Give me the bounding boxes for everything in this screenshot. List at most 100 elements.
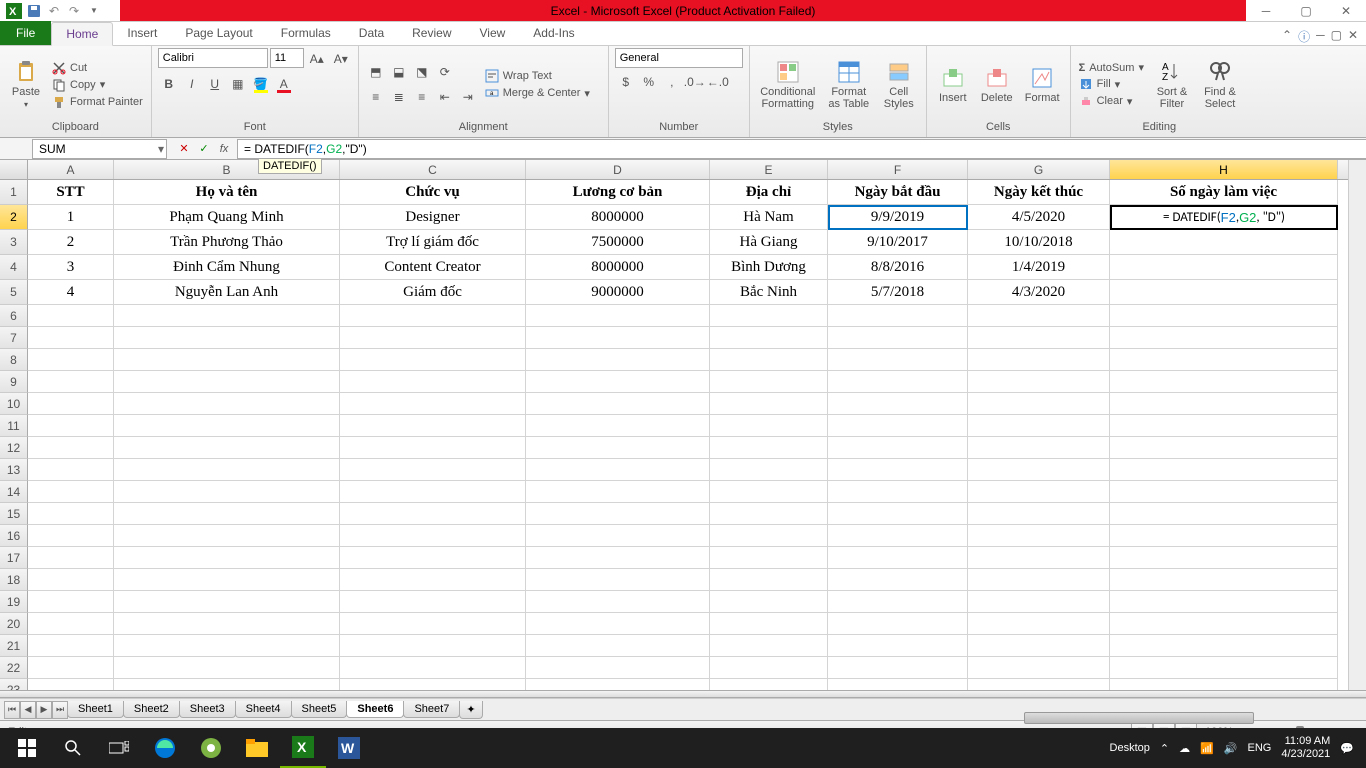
border-button[interactable]: ▦ [227,73,249,95]
row-header-15[interactable]: 15 [0,503,28,525]
cell-B2[interactable]: Phạm Quang Minh [114,205,340,230]
col-header-E[interactable]: E [710,160,828,179]
qat-dropdown-icon[interactable]: ▼ [86,3,102,19]
window-restore-icon[interactable]: ▢ [1331,28,1342,45]
row-header-9[interactable]: 9 [0,371,28,393]
cell-D9[interactable] [526,371,710,393]
cell-G14[interactable] [968,481,1110,503]
cell-E22[interactable] [710,657,828,679]
increase-decimal-icon[interactable]: .0→ [684,71,706,93]
sheet-nav-last[interactable]: ⏭ [52,701,68,719]
help-icon[interactable]: ⓘ [1298,28,1310,45]
row-header-16[interactable]: 16 [0,525,28,547]
cell-E12[interactable] [710,437,828,459]
cell-B21[interactable] [114,635,340,657]
cut-button[interactable]: Cut [50,60,145,76]
align-center-icon[interactable]: ≣ [388,86,410,108]
row-header-11[interactable]: 11 [0,415,28,437]
formulas-tab[interactable]: Formulas [267,21,345,45]
sort-filter-button[interactable]: AZSort & Filter [1150,58,1194,112]
cell-E2[interactable]: Hà Nam [710,205,828,230]
wrap-text-button[interactable]: Wrap Text [483,68,592,84]
row-header-23[interactable]: 23 [0,679,28,690]
name-box-dropdown-icon[interactable]: ▾ [158,142,164,156]
cell-F4[interactable]: 8/8/2016 [828,255,968,280]
cell-F12[interactable] [828,437,968,459]
row-header-1[interactable]: 1 [0,180,28,205]
file-explorer-icon[interactable] [234,728,280,768]
cell-G9[interactable] [968,371,1110,393]
cell-G8[interactable] [968,349,1110,371]
font-size-select[interactable] [270,48,304,68]
sheet-tab-sheet1[interactable]: Sheet1 [67,701,124,718]
cell-A3[interactable]: 2 [28,230,114,255]
cell-C4[interactable]: Content Creator [340,255,526,280]
cell-E13[interactable] [710,459,828,481]
cell-G13[interactable] [968,459,1110,481]
name-box[interactable]: SUM ▾ [32,139,167,159]
row-header-19[interactable]: 19 [0,591,28,613]
cell-F22[interactable] [828,657,968,679]
cell-D3[interactable]: 7500000 [526,230,710,255]
fill-button[interactable]: Fill ▾ [1077,76,1146,92]
orientation-icon[interactable]: ⟳ [434,61,456,83]
autosum-button[interactable]: Σ AutoSum ▾ [1077,60,1146,75]
new-sheet-button[interactable]: ✦ [459,701,482,719]
cell-E5[interactable]: Bắc Ninh [710,280,828,305]
horizontal-splitter[interactable] [0,690,1366,698]
increase-font-icon[interactable]: A▴ [306,48,328,70]
sheet-tab-sheet2[interactable]: Sheet2 [123,701,180,718]
cell-B23[interactable] [114,679,340,690]
cell-H23[interactable] [1110,679,1338,690]
cell-H14[interactable] [1110,481,1338,503]
cell-A16[interactable] [28,525,114,547]
percent-icon[interactable]: % [638,71,660,93]
cell-B6[interactable] [114,305,340,327]
cell-C1[interactable]: Chức vụ [340,180,526,205]
desktop-label[interactable]: Desktop [1110,742,1150,754]
cell-E14[interactable] [710,481,828,503]
decrease-decimal-icon[interactable]: ←.0 [707,71,729,93]
cell-G15[interactable] [968,503,1110,525]
row-header-14[interactable]: 14 [0,481,28,503]
sheet-nav-first[interactable]: ⏮ [4,701,20,719]
cell-C8[interactable] [340,349,526,371]
cell-G2[interactable]: 4/5/2020 [968,205,1110,230]
insert-cells-button[interactable]: Insert [933,64,973,106]
cell-F17[interactable] [828,547,968,569]
sheet-tab-sheet7[interactable]: Sheet7 [403,701,460,718]
cell-F11[interactable] [828,415,968,437]
tray-clock[interactable]: 11:09 AM 4/23/2021 [1281,735,1330,761]
cell-A9[interactable] [28,371,114,393]
cell-C2[interactable]: Designer [340,205,526,230]
cell-E7[interactable] [710,327,828,349]
cell-B11[interactable] [114,415,340,437]
cell-F9[interactable] [828,371,968,393]
minimize-ribbon-icon[interactable]: ⌃ [1282,28,1292,45]
cell-E1[interactable]: Địa chỉ [710,180,828,205]
cell-C12[interactable] [340,437,526,459]
cell-A15[interactable] [28,503,114,525]
window-min-icon[interactable]: ─ [1316,28,1325,45]
cell-F8[interactable] [828,349,968,371]
italic-button[interactable]: I [181,73,203,95]
col-header-G[interactable]: G [968,160,1110,179]
bold-button[interactable]: B [158,73,180,95]
number-format-select[interactable] [615,48,743,68]
cell-G11[interactable] [968,415,1110,437]
cell-H11[interactable] [1110,415,1338,437]
cell-G3[interactable]: 10/10/2018 [968,230,1110,255]
insert-tab[interactable]: Insert [113,21,171,45]
cell-F23[interactable] [828,679,968,690]
cell-B17[interactable] [114,547,340,569]
cell-H6[interactable] [1110,305,1338,327]
decrease-indent-icon[interactable]: ⇤ [434,86,456,108]
cell-H2[interactable]: = DATEDIF( F2, G2, "D") [1110,205,1338,230]
conditional-formatting-button[interactable]: Conditional Formatting [756,58,820,112]
cancel-formula-icon[interactable]: ✕ [175,140,193,158]
cell-A21[interactable] [28,635,114,657]
cell-E8[interactable] [710,349,828,371]
cell-A1[interactable]: STT [28,180,114,205]
redo-icon[interactable]: ↷ [66,3,82,19]
align-top-icon[interactable]: ⬒ [365,61,387,83]
